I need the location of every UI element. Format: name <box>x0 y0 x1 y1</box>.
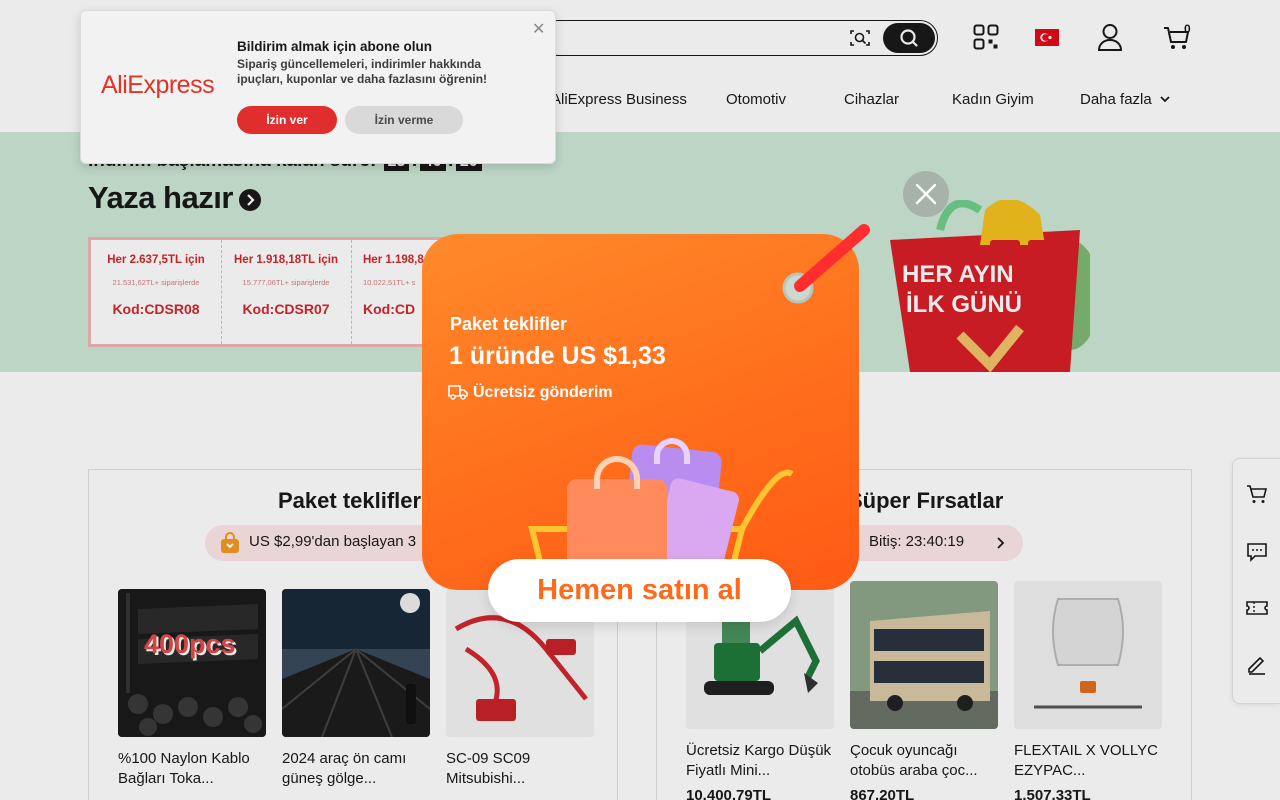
promo-line2: 1 üründe US $1,33 <box>449 342 666 370</box>
promo-line3: Ücretsiz gönderim <box>473 384 613 401</box>
close-icon <box>915 183 937 205</box>
buy-now-button[interactable]: Hemen satın al <box>488 559 791 622</box>
aliexpress-logo: AliExpress <box>101 71 215 99</box>
price-tag-icon <box>782 224 870 304</box>
promo-close-button[interactable] <box>903 171 949 217</box>
truck-icon <box>448 385 468 400</box>
promo-popup[interactable]: Paket teklifler 1 üründe US $1,33 Ücrets… <box>422 224 870 590</box>
page: 0 AliExpress Business Otomotiv Cihazlar … <box>0 0 1280 800</box>
notification-description: Sipariş güncellemeleri, indirimler hakkı… <box>237 57 488 86</box>
notification-prompt: AliExpress Bildirim almak için abone olu… <box>80 10 556 164</box>
promo-line1: Paket teklifler <box>450 314 568 334</box>
notification-title: Bildirim almak için abone olun <box>237 39 433 54</box>
close-icon[interactable]: ✕ <box>532 19 545 39</box>
allow-notifications-button[interactable]: İzin ver <box>237 106 337 134</box>
deny-notifications-button[interactable]: İzin verme <box>345 106 463 134</box>
